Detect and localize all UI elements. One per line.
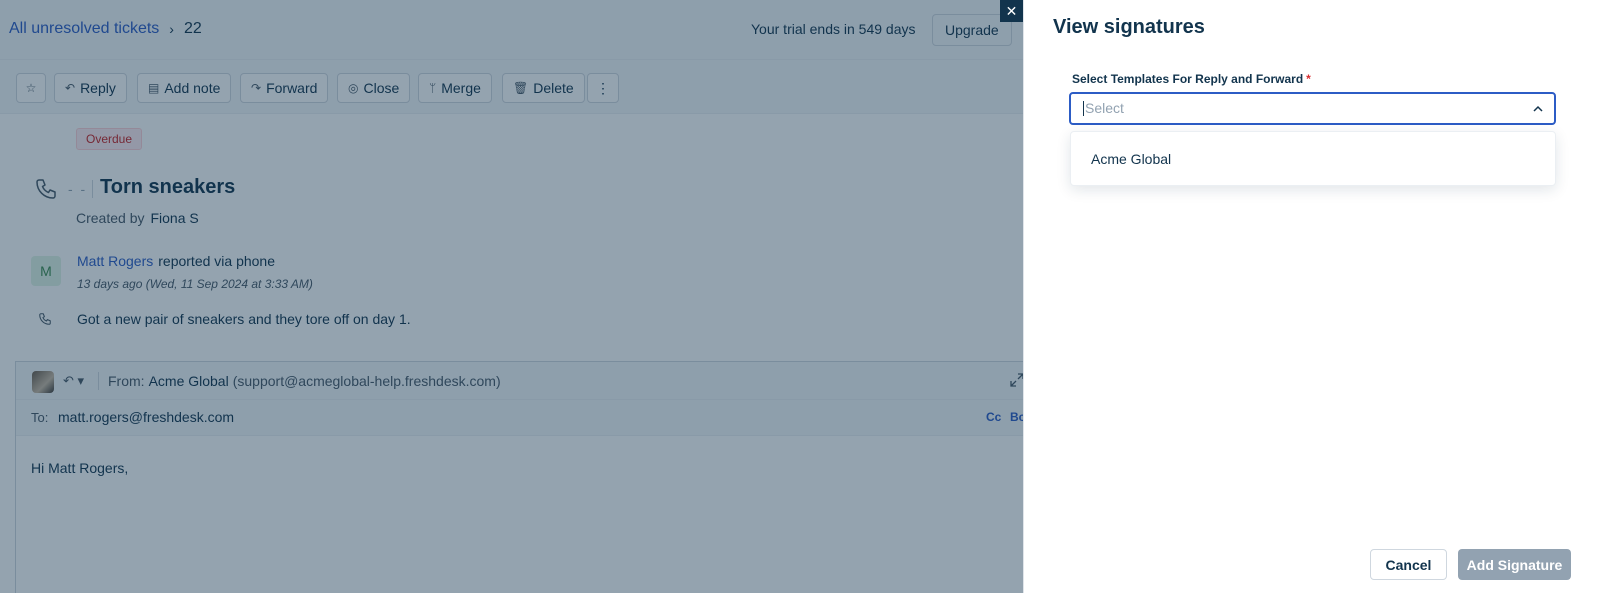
template-dropdown: Acme Global	[1070, 131, 1556, 186]
drawer-title: View signatures	[1053, 16, 1205, 38]
chevron-up-icon	[1533, 105, 1543, 112]
template-field-label-text: Select Templates For Reply and Forward	[1072, 72, 1304, 86]
close-icon[interactable]: ✕	[1000, 0, 1023, 22]
select-placeholder: Select	[1083, 100, 1124, 116]
view-signatures-drawer: View signatures Select Templates For Rep…	[1023, 0, 1600, 593]
modal-backdrop[interactable]	[0, 0, 1023, 593]
required-mark: *	[1306, 72, 1311, 86]
add-signature-button[interactable]: Add Signature	[1458, 549, 1571, 580]
template-select[interactable]: Select	[1069, 92, 1556, 125]
cancel-button[interactable]: Cancel	[1370, 549, 1447, 580]
template-field-label: Select Templates For Reply and Forward *	[1072, 72, 1311, 86]
dropdown-option[interactable]: Acme Global	[1091, 151, 1171, 167]
